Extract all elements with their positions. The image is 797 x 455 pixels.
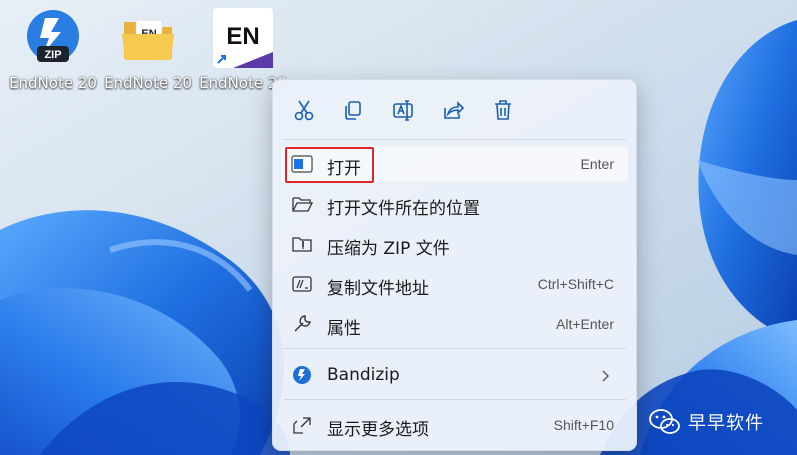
- context-menu-toolbar: [273, 80, 636, 138]
- watermark: 早早软件: [648, 405, 778, 437]
- svg-text:EN: EN: [226, 23, 259, 50]
- menu-item-label: 显示更多选项: [327, 420, 429, 440]
- copy-path-icon: [291, 274, 313, 294]
- wechat-icon: [649, 409, 680, 434]
- menu-item-compress-zip[interactable]: 压缩为 ZIP 文件: [281, 226, 628, 262]
- share-icon[interactable]: [439, 96, 467, 124]
- watermark-text: 早早软件: [688, 413, 764, 434]
- bandizip-zip-icon: ZIP: [23, 8, 83, 68]
- desktop-icon-endnote-folder[interactable]: EN EndNote 20: [98, 8, 198, 92]
- wrench-icon: [291, 314, 313, 334]
- cut-icon[interactable]: [290, 96, 318, 124]
- menu-item-shortcut: Enter: [580, 156, 614, 172]
- desktop-icon-label: EndNote 20: [104, 74, 192, 92]
- desktop-icon-label: EndNote 20: [9, 74, 97, 92]
- zip-folder-icon: [291, 234, 313, 254]
- menu-item-label: 打开文件所在的位置: [327, 199, 480, 219]
- svg-text:ZIP: ZIP: [44, 49, 61, 61]
- copy-icon[interactable]: [339, 96, 367, 124]
- menu-item-label: 属性: [327, 319, 361, 339]
- menu-separator: [283, 139, 626, 140]
- rename-icon[interactable]: [389, 96, 417, 124]
- menu-item-label: 复制文件地址: [327, 279, 429, 299]
- folder-open-icon: [291, 194, 313, 214]
- menu-item-copy-path[interactable]: 复制文件地址 Ctrl+Shift+C: [281, 266, 628, 302]
- menu-item-label: 压缩为 ZIP 文件: [327, 239, 450, 259]
- endnote-shortcut-icon: EN: [213, 8, 273, 68]
- bandizip-icon: [291, 365, 313, 385]
- folder-icon: EN: [118, 8, 178, 68]
- menu-item-shortcut: Alt+Enter: [556, 316, 614, 332]
- context-menu: 打开 Enter 打开文件所在的位置 压缩为 ZIP 文件 复制文件地址 Ctr…: [272, 79, 637, 451]
- highlight-box: [285, 147, 374, 183]
- delete-icon[interactable]: [489, 96, 517, 124]
- menu-separator: [283, 348, 626, 349]
- menu-item-shortcut: Shift+F10: [553, 417, 614, 433]
- more-options-icon: [291, 415, 313, 435]
- menu-item-open-location[interactable]: 打开文件所在的位置: [281, 186, 628, 222]
- menu-item-bandizip[interactable]: Bandizip: [281, 357, 628, 393]
- menu-item-properties[interactable]: 属性 Alt+Enter: [281, 306, 628, 342]
- desktop-icon-endnote-zip[interactable]: ZIP EndNote 20: [3, 8, 103, 92]
- menu-item-label: Bandizip: [327, 365, 400, 385]
- menu-item-more-options[interactable]: 显示更多选项 Shift+F10: [281, 407, 628, 443]
- menu-separator: [283, 399, 626, 400]
- menu-item-shortcut: Ctrl+Shift+C: [537, 276, 614, 292]
- chevron-right-icon: [600, 368, 610, 382]
